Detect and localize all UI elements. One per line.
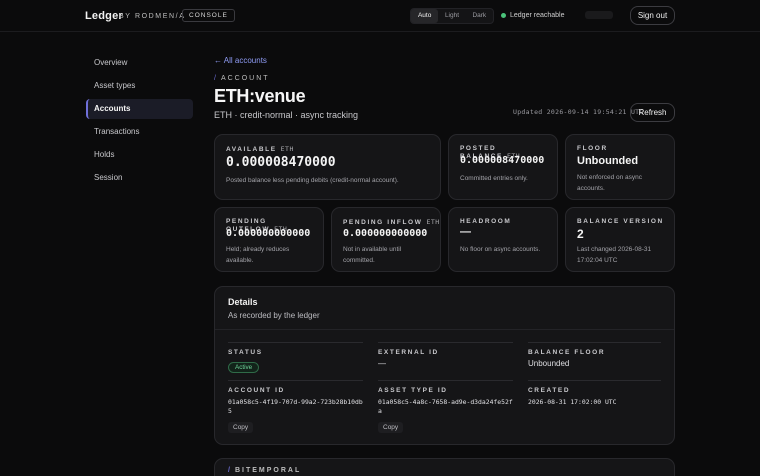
details-subtitle: As recorded by the ledger xyxy=(228,311,320,320)
status-field-label: STATUS xyxy=(228,349,263,356)
asset-type-id-value: 01a058c5-4a8c-7658-ad9e-d3da24fe52fa xyxy=(378,398,513,415)
floor-note: Not enforced on async accounts. xyxy=(577,174,643,192)
available-label: AVAILABLE ETH xyxy=(226,145,294,153)
page-eyebrow-label: ACCOUNT xyxy=(220,75,270,82)
headroom-note: No floor on async accounts. xyxy=(460,246,541,253)
balance-version-value: 2 xyxy=(577,227,584,241)
pending-inflow-note: Not in available until committed. xyxy=(343,246,402,264)
page-title: ETH:venue xyxy=(214,86,306,106)
sidebar-item-overview[interactable]: Overview xyxy=(86,53,193,73)
headroom-card: HEADROOM — No floor on async accounts. xyxy=(448,207,558,272)
brand-logo[interactable]: Ledger xyxy=(85,10,123,22)
asset-type-id-label: ASSET TYPE ID xyxy=(378,387,448,394)
back-to-accounts-link[interactable]: ← All accounts xyxy=(214,56,267,65)
posted-balance-card: POSTED BALANCE ETH 0.000008470000 Committ… xyxy=(448,134,558,200)
external-id-value: — xyxy=(378,359,386,368)
available-value: 0.000008470000 xyxy=(226,155,336,170)
created-value: 2026-08-31 17:02:00 UTC xyxy=(528,398,617,406)
brand-subtitle: BY RODMEN/A xyxy=(119,13,186,20)
balance-version-card: BALANCE VERSION 2 Last changed 2026-08-3… xyxy=(565,207,675,272)
status-badge: Active xyxy=(228,362,260,373)
pending-outflow-card: PENDING OUTFLOW ETH 0.000000000000 Held; … xyxy=(214,207,324,272)
user-placeholder xyxy=(585,11,613,19)
floor-card: FLOOR Unbounded Not enforced on async ac… xyxy=(565,134,675,200)
console-badge: CONSOLE xyxy=(182,9,235,22)
bitemporal-card: / BITEMPORAL xyxy=(214,458,675,476)
balance-floor-label: BALANCE FLOOR xyxy=(528,349,606,356)
refresh-button[interactable]: Refresh xyxy=(630,103,675,122)
asset-type-id-field: ASSET TYPE ID 01a058c5-4a8c-7658-ad9e-d3… xyxy=(378,380,513,434)
posted-balance-value: 0.000008470000 xyxy=(460,155,545,166)
balance-version-note: Last changed 2026-08-31 17:02:04 UTC xyxy=(577,246,652,264)
headroom-value: — xyxy=(460,226,471,238)
headroom-label: HEADROOM xyxy=(460,218,512,225)
theme-auto[interactable]: Auto xyxy=(411,9,439,23)
copy-account-id-button[interactable]: Copy xyxy=(228,422,254,433)
pending-inflow-label: PENDING INFLOW ETH xyxy=(343,218,440,226)
sidebar-item-holds[interactable]: Holds xyxy=(86,145,193,165)
account-id-label: ACCOUNT ID xyxy=(228,387,285,394)
account-id-value: 01a058c5-4f19-707d-99a2-723b28b10db5 xyxy=(228,398,363,415)
page-subtitle: ETH · credit-normal · async tracking xyxy=(214,110,359,120)
top-bar: Ledger BY RODMEN/A CONSOLE Auto Light Da… xyxy=(0,0,760,32)
theme-dark[interactable]: Dark xyxy=(466,9,493,23)
available-card: AVAILABLE ETH 0.000008470000 Posted balan… xyxy=(214,134,441,200)
theme-light[interactable]: Light xyxy=(438,9,465,23)
status-dot-icon xyxy=(501,12,506,18)
floor-label: FLOOR xyxy=(577,145,608,152)
sidebar-item-accounts[interactable]: Accounts xyxy=(86,99,193,119)
pending-inflow-card: PENDING INFLOW ETH 0.000000000000 Not in … xyxy=(331,207,441,272)
sign-out-button[interactable]: Sign out xyxy=(630,6,675,25)
ledger-status-label: Ledger reachable xyxy=(510,12,565,19)
external-id-field: EXTERNAL ID — xyxy=(378,342,513,368)
available-note: Posted balance less pending debits (cred… xyxy=(226,177,399,184)
pending-outflow-note: Held; already reduces available. xyxy=(226,246,290,264)
details-title: Details xyxy=(228,297,258,307)
floor-value: Unbounded xyxy=(577,155,639,167)
created-label: CREATED xyxy=(528,387,571,394)
account-id-field: ACCOUNT ID 01a058c5-4f19-707d-99a2-723b2… xyxy=(228,380,363,434)
updated-timestamp: Updated 2026-09-14 19:54:21 UTC xyxy=(513,108,644,116)
pending-outflow-value: 0.000000000000 xyxy=(226,228,311,239)
details-divider xyxy=(215,329,674,330)
status-field: STATUS Active xyxy=(228,342,363,374)
details-card: Details As recorded by the ledger STATUS… xyxy=(214,286,675,445)
sidebar-item-transactions[interactable]: Transactions xyxy=(86,122,193,142)
sidebar-item-asset-types[interactable]: Asset types xyxy=(86,76,193,96)
external-id-label: EXTERNAL ID xyxy=(378,349,439,356)
pending-inflow-value: 0.000000000000 xyxy=(343,228,428,239)
page-eyebrow: / ACCOUNT xyxy=(214,75,270,82)
sidebar-item-session[interactable]: Session xyxy=(86,168,193,188)
ledger-status: Ledger reachable xyxy=(501,12,565,19)
copy-asset-type-id-button[interactable]: Copy xyxy=(378,422,404,433)
balance-version-label: BALANCE VERSION xyxy=(577,218,664,225)
bitemporal-eyebrow: / BITEMPORAL xyxy=(228,467,302,474)
created-field: CREATED 2026-08-31 17:02:00 UTC xyxy=(528,380,661,407)
bitemporal-eyebrow-label: BITEMPORAL xyxy=(234,467,302,474)
theme-switcher: Auto Light Dark xyxy=(410,8,494,24)
balance-floor-value: Unbounded xyxy=(528,359,570,368)
balance-floor-field: BALANCE FLOOR Unbounded xyxy=(528,342,661,368)
posted-balance-note: Committed entries only. xyxy=(460,175,528,182)
